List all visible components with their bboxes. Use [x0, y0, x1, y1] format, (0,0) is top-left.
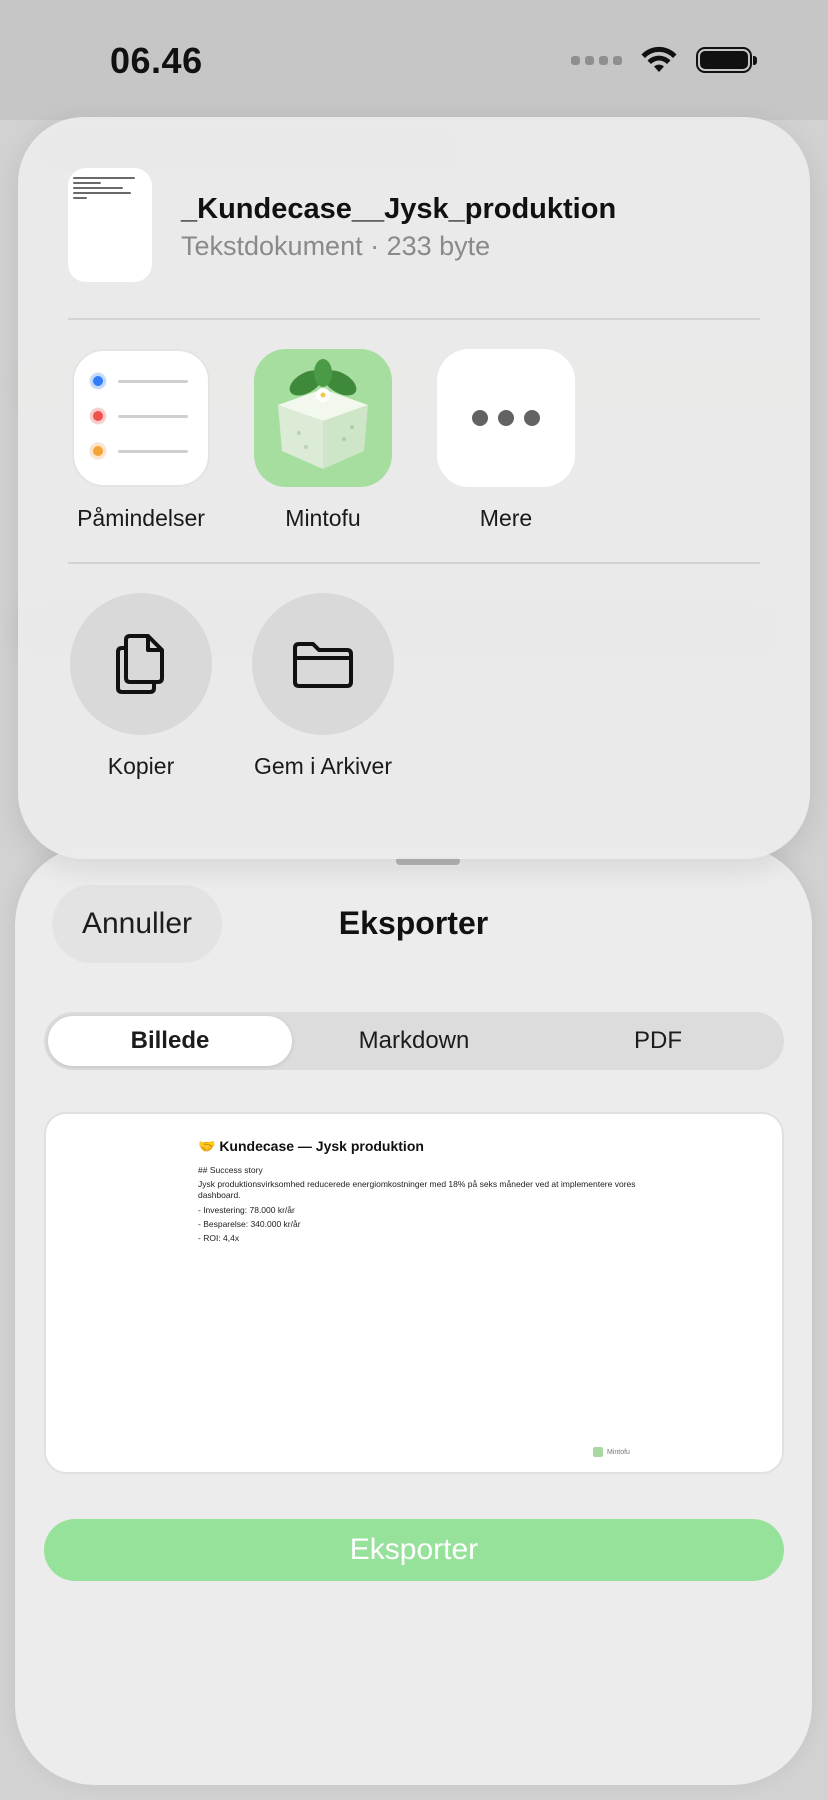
preview-bullet: - Besparelse: 340.000 kr/år: [198, 1219, 301, 1229]
export-preview: 🤝 Kundecase — Jysk produktion ## Success…: [44, 1112, 784, 1474]
action-label: Kopier: [107, 753, 175, 779]
share-app-mintofu[interactable]: Mintofu: [248, 349, 398, 532]
file-name: _Kundecase__Jysk_produktion: [181, 193, 617, 225]
tab-billede[interactable]: Billede: [48, 1016, 292, 1066]
preview-bullet: - Investering: 78.000 kr/år: [198, 1205, 295, 1215]
tab-pdf[interactable]: PDF: [536, 1016, 780, 1066]
app-label: Påmindelser: [77, 505, 205, 531]
cancel-button[interactable]: Annuller: [52, 885, 222, 963]
app-label: Mintofu: [285, 505, 361, 531]
divider: [68, 562, 760, 564]
preview-title: 🤝 Kundecase — Jysk produktion: [198, 1138, 424, 1154]
preview-bullet: - ROI: 4,4x: [198, 1233, 240, 1243]
cellular-signal-icon: [571, 55, 622, 65]
more-icon: [437, 349, 575, 487]
tab-markdown[interactable]: Markdown: [292, 1016, 536, 1066]
share-action-save-to-files[interactable]: Gem i Arkiver: [248, 593, 398, 780]
share-action-copy[interactable]: Kopier: [66, 593, 216, 780]
copy-icon: [70, 593, 212, 735]
mintofu-app-icon: [254, 349, 392, 487]
preview-paragraph: Jysk produktionsvirksomhed reducerede en…: [198, 1179, 636, 1200]
divider: [68, 318, 760, 320]
preview-heading: ## Success story: [198, 1165, 263, 1175]
wifi-icon: [641, 46, 677, 72]
status-bar: 06.46: [0, 0, 828, 120]
export-sheet: Annuller Eksporter Billede Markdown PDF …: [15, 845, 812, 1785]
battery-icon: [696, 47, 757, 73]
share-app-reminders[interactable]: Påmindelser: [66, 349, 216, 532]
action-label: Gem i Arkiver: [253, 753, 393, 779]
export-button[interactable]: Eksporter: [44, 1519, 784, 1581]
status-time: 06.46: [110, 40, 203, 81]
app-label: Mere: [479, 505, 533, 531]
folder-icon: [252, 593, 394, 735]
share-sheet: _Kundecase__Jysk_produktion Tekstdokumen…: [18, 117, 810, 859]
share-app-more[interactable]: Mere: [431, 349, 581, 532]
format-segmented-control: Billede Markdown PDF: [44, 1012, 784, 1070]
status-icons: [571, 46, 757, 74]
file-thumbnail: [68, 168, 152, 282]
preview-watermark: Mintofu: [593, 1447, 630, 1457]
mintofu-logo-icon: [593, 1447, 603, 1457]
preview-watermark-text: Mintofu: [607, 1448, 630, 1456]
preview-content: 🤝 Kundecase — Jysk produktion ## Success…: [198, 1138, 638, 1247]
reminders-app-icon: [72, 349, 210, 487]
file-meta: Tekstdokument · 233 byte: [181, 231, 491, 261]
